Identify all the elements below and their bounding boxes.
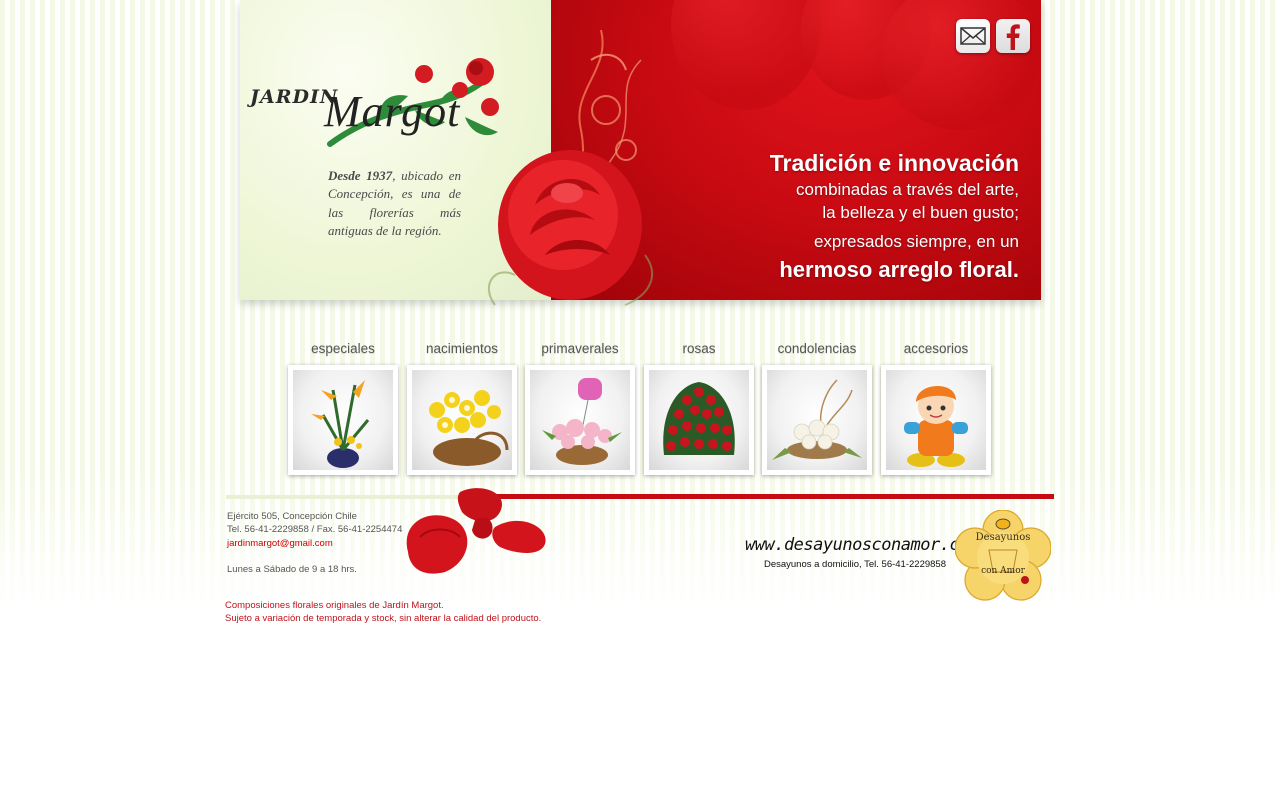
category-condolencias[interactable]: condolencias [762,340,872,475]
slogan-line5-bold: hermoso arreglo floral [779,257,1013,282]
arrangement-rosas-image [649,370,749,470]
category-frame [288,365,398,475]
facebook-icon[interactable] [996,19,1030,53]
accesorios-doll-image [886,370,986,470]
category-label: condolencias [777,341,857,356]
slogan-line2: combinadas a través del arte, [795,180,1019,199]
category-nacimientos[interactable]: nacimientos [407,340,517,475]
envelope-icon [960,27,986,45]
category-label: primaverales [541,341,619,356]
contact-address: Ejército 505, Concepción Chile [227,511,357,522]
category-label: especiales [311,341,375,356]
facebook-logo-icon [1006,24,1020,50]
header-banner: JARDIN Margot Desde 1937, ubicado en Con… [240,0,1041,306]
category-primaverales[interactable]: primaverales [525,340,635,475]
category-rosas[interactable]: rosas [644,340,754,475]
contact-phone: Tel. 56-41-2229858 / Fax. 56-41-2254474 [227,524,403,536]
badge-line1: Desayunos [975,532,1031,543]
category-frame [407,365,517,475]
category-label: rosas [682,341,716,356]
intro-since: Desde 1937 [328,168,393,183]
category-label: nacimientos [425,341,499,356]
category-frame [644,365,754,475]
desayunos-subtitle: Desayunos a domicilio, Tel. 56-41-222985… [763,559,946,570]
contact-email-link[interactable]: jardinmargot@gmail.com [227,537,402,550]
category-accesorios[interactable]: accesorios [881,340,991,475]
contact-info: Ejército 505, Concepción Chile Tel. 56-4… [227,510,402,576]
slogan: Tradición e innovación combinadas a trav… [770,148,1019,287]
flower-badge-icon [954,509,1052,601]
category-especiales[interactable]: especiales [288,340,398,475]
slogan-line4: expresados siempre, en un [813,232,1019,251]
slogan-line5: hermoso arreglo floral. [770,253,1019,287]
intro-text: Desde 1937, ubicado en Concepción, es un… [328,167,461,240]
disclaimer-line2: Sujeto a variación de temporada y stock,… [225,613,542,624]
disclaimer: Composiciones florales originales de Jar… [225,599,541,625]
slogan-line5-dot: . [1012,257,1019,282]
desayunos-badge[interactable]: Desayunos con Amor [954,509,1052,606]
rose-petals-icon [406,488,546,574]
arrangement-primaverales-image [530,370,630,470]
disclaimer-line1: Composiciones florales originales de Jar… [225,600,444,611]
arrangement-nacimientos-image [412,370,512,470]
red-rose-icon [488,150,654,306]
slogan-line3: la belleza y el buen gusto; [822,203,1019,222]
slogan-line1: Tradición e innovación [769,150,1019,176]
badge-line2: con Amor [981,566,1025,576]
contact-hours: Lunes a Sábado de 9 a 18 hrs. [227,563,357,575]
category-frame [881,365,991,475]
desayunos-site-link[interactable]: www.desayunosconamor.cl [745,535,969,555]
category-frame [525,365,635,475]
mail-icon[interactable] [956,19,990,53]
arrangement-condolencias-image [767,370,867,470]
logo-margot-text: Margot [324,87,461,136]
category-frame [762,365,872,475]
category-label: accesorios [903,341,969,356]
arrangement-especiales-image [293,370,393,470]
